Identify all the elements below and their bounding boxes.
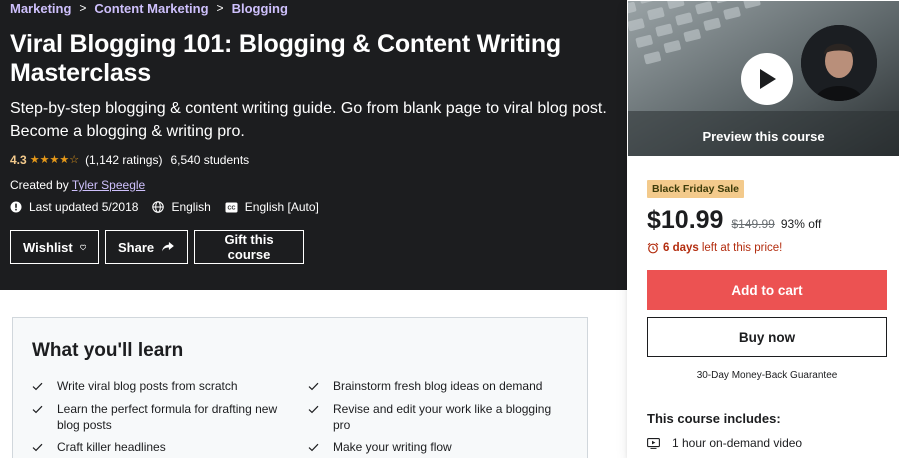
language-text: English [171, 200, 211, 214]
add-to-cart-button[interactable]: Add to cart [647, 270, 887, 310]
learn-item: Brainstorm fresh blog ideas on demand [308, 378, 563, 395]
course-includes-title: This course includes: [647, 411, 781, 426]
check-icon [308, 439, 333, 456]
sale-badge: Black Friday Sale [647, 180, 744, 198]
learn-item-text: Make your writing flow [333, 440, 452, 454]
check-icon [32, 439, 57, 456]
learn-item: Learn the perfect formula for drafting n… [32, 401, 287, 433]
timer-text: left at this price! [701, 242, 783, 254]
original-price: $149.99 [731, 217, 775, 231]
include-item: 1 hour on-demand video [647, 436, 802, 450]
star-rating: ★ ★ ★ ★ ☆ [30, 154, 79, 166]
star-half-icon: ☆ [69, 154, 80, 166]
learn-item-text: Revise and edit your work like a bloggin… [333, 402, 552, 432]
breadcrumb: Marketing > Content Marketing > Blogging [10, 0, 288, 16]
wishlist-label: Wishlist [23, 239, 73, 255]
course-subtitle: Step-by-step blogging & content writing … [10, 100, 607, 140]
star-icon: ★ [49, 154, 60, 166]
learn-item: Write viral blog posts from scratch [32, 378, 287, 395]
learn-item-text: Write viral blog posts from scratch [57, 379, 238, 393]
ratings-count-link[interactable]: (1,142 ratings) [85, 153, 162, 167]
course-title: Viral Blogging 101: Blogging & Content W… [10, 30, 561, 87]
what-youll-learn-box: What you'll learn Write viral blog posts… [12, 317, 588, 458]
check-icon [308, 401, 333, 433]
sale-timer: 6 days left at this price! [647, 242, 782, 254]
check-icon [32, 378, 57, 395]
buy-now-button[interactable]: Buy now [647, 317, 887, 357]
price-row: $10.99 $149.99 93% off [647, 206, 821, 235]
learn-item-text: Brainstorm fresh blog ideas on demand [333, 379, 543, 393]
money-back-guarantee: 30-Day Money-Back Guarantee [696, 370, 838, 381]
course-language: English [152, 200, 211, 214]
closed-captions-icon: CC [225, 202, 238, 212]
created-by-label: Created by [10, 178, 69, 192]
current-price: $10.99 [647, 206, 724, 234]
learn-item-text: Craft killer headlines [57, 440, 166, 454]
rating-row: 4.3 ★ ★ ★ ★ ☆ (1,142 ratings) 6,540 stud… [10, 153, 249, 167]
star-icon: ★ [29, 154, 40, 166]
check-icon [308, 378, 333, 395]
svg-text:CC: CC [227, 205, 235, 211]
video-icon [647, 437, 660, 449]
last-updated: Last updated 5/2018 [10, 200, 138, 214]
learn-item-text: Learn the perfect formula for drafting n… [57, 402, 278, 432]
instructor-link[interactable]: Tyler Speegle [72, 178, 145, 192]
captions-text: English [Auto] [244, 200, 319, 214]
learn-item: Craft killer headlines [32, 439, 287, 456]
heart-icon [79, 244, 86, 250]
include-video-text: 1 hour on-demand video [672, 436, 803, 450]
timer-days: 6 days [663, 242, 699, 254]
share-button[interactable]: Share [105, 230, 188, 264]
alert-badge-icon [10, 201, 22, 213]
chevron-right-icon: > [79, 1, 87, 15]
star-icon: ★ [59, 154, 70, 166]
share-label: Share [118, 239, 155, 255]
play-icon [760, 69, 776, 89]
wishlist-button[interactable]: Wishlist [10, 230, 99, 264]
play-button[interactable] [741, 53, 793, 105]
check-icon [32, 401, 57, 433]
course-meta: Last updated 5/2018 English CC English [… [10, 200, 333, 214]
preview-course-label[interactable]: Preview this course [628, 129, 899, 144]
learn-item: Revise and edit your work like a bloggin… [308, 401, 563, 433]
discount-percent: 93% off [780, 217, 822, 231]
gift-course-button[interactable]: Gift this course [194, 230, 304, 264]
globe-icon [152, 201, 165, 213]
created-by: Created by Tyler Speegle [10, 178, 145, 192]
breadcrumb-item-content-marketing[interactable]: Content Marketing [94, 1, 208, 16]
students-count: 6,540 students [170, 153, 250, 167]
rating-value: 4.3 [10, 153, 27, 167]
course-captions: CC English [Auto] [225, 200, 319, 214]
chevron-right-icon: > [216, 1, 224, 15]
instructor-photo [801, 25, 877, 101]
star-icon: ★ [39, 154, 50, 166]
learn-item: Make your writing flow [308, 439, 563, 456]
last-updated-text: Last updated 5/2018 [29, 200, 139, 214]
alarm-clock-icon [647, 242, 659, 254]
course-preview[interactable]: Preview this course [628, 1, 899, 156]
course-actions: Wishlist Share Gift this course [10, 230, 310, 264]
share-arrow-icon [162, 242, 175, 252]
breadcrumb-item-marketing[interactable]: Marketing [10, 1, 71, 16]
what-youll-learn-title: What you'll learn [32, 340, 184, 361]
breadcrumb-item-blogging[interactable]: Blogging [232, 1, 288, 16]
instructor-avatar [801, 25, 877, 101]
